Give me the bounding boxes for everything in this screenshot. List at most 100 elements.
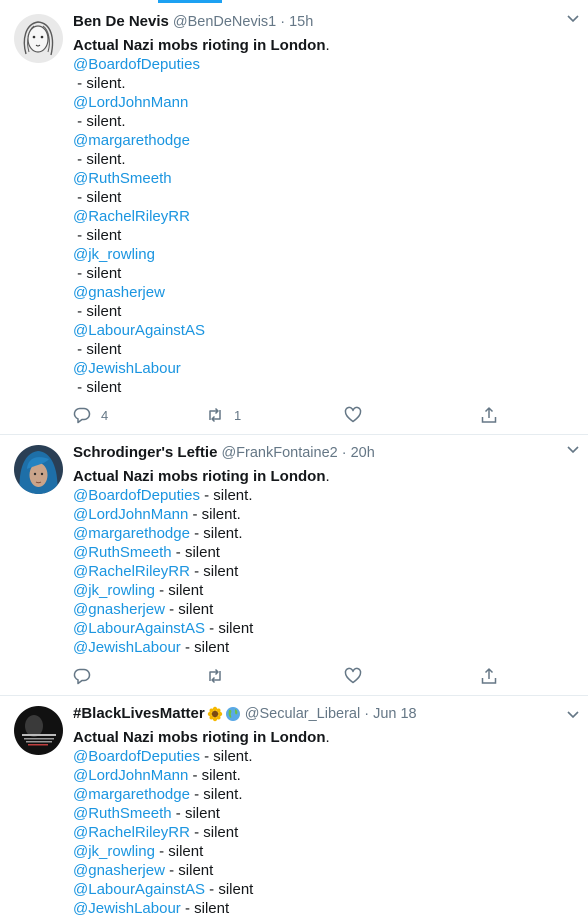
chevron-down-icon[interactable] xyxy=(566,710,580,720)
share-icon xyxy=(481,407,497,423)
sunflower-icon xyxy=(207,706,222,722)
user-handle[interactable]: @Secular_Liberal xyxy=(245,704,360,724)
mention-link[interactable]: @jk_rowling xyxy=(73,843,155,860)
status-text: - silent xyxy=(73,341,122,358)
globe-icon xyxy=(225,707,240,721)
avatar[interactable] xyxy=(14,706,63,755)
display-name[interactable]: Ben De Nevis xyxy=(73,12,169,32)
like-icon xyxy=(344,667,362,684)
mention-link[interactable]: @RachelRileyRR xyxy=(73,824,190,841)
mention-link[interactable]: @JewishLabour xyxy=(73,639,181,656)
retweet-button[interactable]: 1 xyxy=(206,405,241,425)
mention-link[interactable]: @JewishLabour xyxy=(73,900,181,917)
mention-link[interactable]: @jk_rowling xyxy=(73,582,155,599)
status-text: - silent. xyxy=(188,506,241,523)
mention-link[interactable]: @gnasherjew xyxy=(73,284,165,301)
status-text: - silent xyxy=(164,601,214,618)
timestamp[interactable]: Jun 18 xyxy=(373,704,417,724)
retweet-button[interactable] xyxy=(206,666,234,686)
share-button[interactable] xyxy=(480,405,498,425)
separator-dot: · xyxy=(364,706,370,722)
mention-link[interactable]: @gnasherjew xyxy=(73,862,165,879)
status-text: - silent xyxy=(154,843,204,860)
status-text: - silent xyxy=(171,544,220,561)
retweet-count: 1 xyxy=(234,407,242,423)
mention-link[interactable]: @margarethodge xyxy=(73,132,190,149)
user-handle[interactable]: @FrankFontaine2 xyxy=(221,443,337,463)
status-text: - silent. xyxy=(189,525,243,542)
retweet-icon xyxy=(209,668,221,684)
user-handle[interactable]: @BenDeNevis1 xyxy=(173,12,276,32)
mention-link[interactable]: @BoardofDeputies xyxy=(73,748,200,765)
status-text: - silent xyxy=(73,265,122,282)
status-text: - silent. xyxy=(188,767,241,784)
mention-link[interactable]: @margarethodge xyxy=(73,786,190,803)
separator-dot: · xyxy=(280,14,286,30)
tweet-text: Actual Nazi mobs rioting in London. @Boa… xyxy=(73,728,574,918)
mention-link[interactable]: @LordJohnMann xyxy=(73,94,188,111)
status-text: - silent. xyxy=(73,151,126,168)
status-text: - silent xyxy=(180,900,230,917)
chevron-down-icon[interactable] xyxy=(566,14,580,24)
mention-link[interactable]: @BoardofDeputies xyxy=(73,56,200,73)
timestamp[interactable]: 20h xyxy=(351,443,375,463)
reply-icon xyxy=(73,668,91,685)
status-text: - silent. xyxy=(199,748,253,765)
mention-link[interactable]: @JewishLabour xyxy=(73,360,181,377)
mention-link[interactable]: @LabourAgainstAS xyxy=(73,620,205,637)
tweet-headline: Actual Nazi mobs rioting in London xyxy=(73,37,326,54)
status-text: - silent xyxy=(189,563,239,580)
mention-link[interactable]: @margarethodge xyxy=(73,525,190,542)
tweet[interactable]: #BlackLivesMatter @Secular_Liberal · Jun… xyxy=(0,696,588,917)
status-text: - silent xyxy=(189,824,239,841)
status-text: - silent xyxy=(164,862,214,879)
like-button[interactable] xyxy=(344,666,372,686)
reply-count: 4 xyxy=(101,407,109,423)
mention-link[interactable]: @LabourAgainstAS xyxy=(73,881,205,898)
reply-button[interactable]: 4 xyxy=(73,405,108,425)
tweet[interactable]: Ben De Nevis @BenDeNevis1 · 15h Actual N… xyxy=(0,4,588,435)
mention-link[interactable]: @jk_rowling xyxy=(73,246,155,263)
status-text: - silent xyxy=(73,227,122,244)
reply-button[interactable] xyxy=(73,666,101,686)
headline-period: . xyxy=(325,468,330,485)
status-text: - silent xyxy=(171,805,220,822)
mention-link[interactable]: @RuthSmeeth xyxy=(73,544,172,561)
mention-link[interactable]: @LabourAgainstAS xyxy=(73,322,205,339)
display-name[interactable]: Schrodinger's Leftie xyxy=(73,443,217,463)
status-text: - silent xyxy=(73,189,122,206)
status-text: - silent xyxy=(73,379,122,396)
share-button[interactable] xyxy=(480,666,498,686)
mention-link[interactable]: @gnasherjew xyxy=(73,601,165,618)
tweet-text: Actual Nazi mobs rioting in London. @Boa… xyxy=(73,467,574,657)
tweet-text: Actual Nazi mobs rioting in London. @Boa… xyxy=(73,36,574,397)
mention-link[interactable]: @RachelRileyRR xyxy=(73,563,190,580)
status-text: - silent. xyxy=(189,786,243,803)
reply-icon xyxy=(73,407,91,424)
avatar[interactable] xyxy=(14,445,63,494)
tweet[interactable]: Schrodinger's Leftie @FrankFontaine2 · 2… xyxy=(0,435,588,696)
share-icon xyxy=(481,668,497,684)
separator-dot: · xyxy=(341,445,347,461)
timestamp[interactable]: 15h xyxy=(289,12,313,32)
mention-link[interactable]: @BoardofDeputies xyxy=(73,487,200,504)
mention-link[interactable]: @RuthSmeeth xyxy=(73,805,172,822)
status-text: - silent xyxy=(180,639,230,656)
chevron-down-icon[interactable] xyxy=(566,445,580,455)
status-text: - silent. xyxy=(73,75,126,92)
status-text: - silent xyxy=(73,303,122,320)
mention-link[interactable]: @RachelRileyRR xyxy=(73,208,190,225)
mention-link[interactable]: @RuthSmeeth xyxy=(73,170,172,187)
mention-link[interactable]: @LordJohnMann xyxy=(73,506,188,523)
tweet-headline: Actual Nazi mobs rioting in London xyxy=(73,468,326,485)
headline-period: . xyxy=(325,729,330,746)
avatar[interactable] xyxy=(14,14,63,63)
status-text: - silent xyxy=(154,582,204,599)
status-text: - silent. xyxy=(199,487,253,504)
mention-link[interactable]: @LordJohnMann xyxy=(73,767,188,784)
status-text: - silent xyxy=(204,881,254,898)
status-text: - silent. xyxy=(73,113,126,130)
like-button[interactable] xyxy=(344,405,372,425)
display-name[interactable]: #BlackLivesMatter xyxy=(73,704,205,724)
tweet-headline: Actual Nazi mobs rioting in London xyxy=(73,729,326,746)
